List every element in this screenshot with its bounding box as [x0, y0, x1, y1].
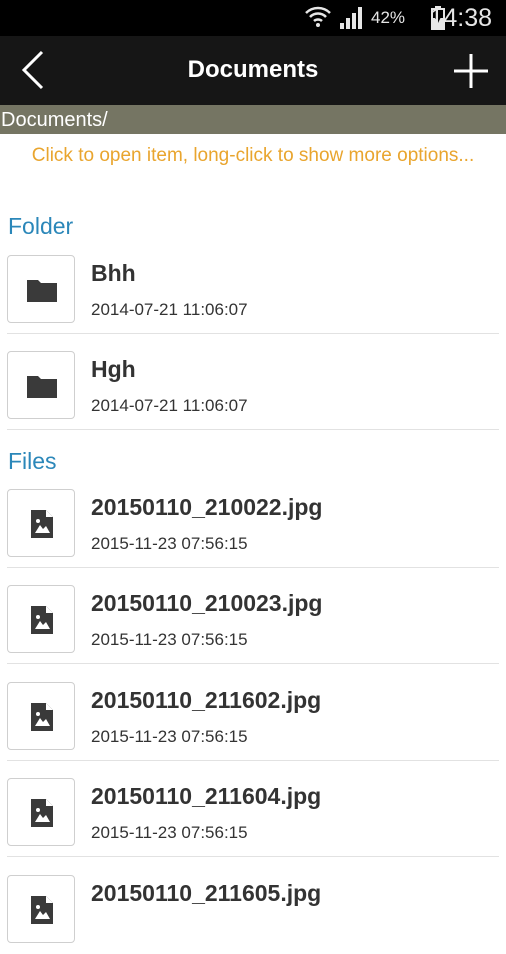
item-name: 20150110_211602.jpg: [91, 687, 322, 713]
folder-icon: [27, 376, 57, 398]
folder-item[interactable]: Hgh 2014-07-21 11:06:07: [0, 334, 506, 430]
item-date: 2015-11-23 07:56:15: [91, 630, 248, 649]
file-thumb: [7, 778, 75, 846]
chevron-left-icon: [21, 50, 44, 90]
image-file-icon: [31, 799, 53, 827]
breadcrumb: Documents/: [0, 105, 506, 134]
folder-thumb: [7, 351, 75, 419]
image-file-icon: [31, 703, 53, 731]
file-item[interactable]: 20150110_211605.jpg: [0, 858, 506, 954]
folder-item[interactable]: Bhh 2014-07-21 11:06:07: [0, 238, 506, 334]
clock: 14:38: [429, 4, 492, 32]
status-bar: 42% 14:38: [0, 0, 506, 36]
item-name: Bhh: [91, 260, 136, 286]
file-item[interactable]: 20150110_211602.jpg 2015-11-23 07:56:15: [0, 665, 506, 761]
item-name: 20150110_210023.jpg: [91, 590, 323, 616]
file-thumb: [7, 585, 75, 653]
folder-thumb: [7, 255, 75, 323]
file-thumb: [7, 489, 75, 557]
divider: [7, 429, 499, 430]
item-date: 2015-11-23 07:56:15: [91, 823, 248, 842]
item-name: 20150110_211605.jpg: [91, 880, 322, 906]
hint-text: Click to open item, long-click to show m…: [31, 145, 475, 166]
battery-percent: 42%: [371, 8, 406, 27]
breadcrumb-path: Documents/: [1, 109, 108, 131]
divider: [7, 663, 499, 664]
item-date: 2015-11-23 07:56:15: [91, 727, 248, 746]
file-thumb: [7, 875, 75, 943]
file-thumb: [7, 682, 75, 750]
file-item[interactable]: 20150110_210022.jpg 2015-11-23 07:56:15: [0, 472, 506, 568]
plus-icon: [454, 54, 488, 88]
app-bar: Documents: [0, 36, 506, 105]
item-date: 2014-07-21 11:06:07: [91, 396, 248, 415]
image-file-icon: [31, 606, 53, 634]
file-item[interactable]: 20150110_211604.jpg 2015-11-23 07:56:15: [0, 761, 506, 857]
folder-icon: [27, 280, 57, 302]
item-name: 20150110_210022.jpg: [91, 494, 323, 520]
item-date: 2015-11-23 07:56:15: [91, 534, 248, 553]
add-button[interactable]: [448, 48, 494, 94]
item-name: Hgh: [91, 356, 136, 382]
divider: [7, 856, 499, 857]
signal-icon: [340, 7, 362, 29]
folder-section-header: Folder: [8, 213, 74, 239]
image-file-icon: [31, 510, 53, 538]
file-item[interactable]: 20150110_210023.jpg 2015-11-23 07:56:15: [0, 568, 506, 664]
files-section-header: Files: [8, 448, 57, 474]
image-file-icon: [31, 896, 53, 924]
item-date: 2014-07-21 11:06:07: [91, 300, 248, 319]
page-title: Documents: [187, 56, 319, 83]
wifi-icon: [305, 6, 331, 27]
item-name: 20150110_211604.jpg: [91, 783, 322, 809]
back-button[interactable]: [14, 48, 58, 92]
